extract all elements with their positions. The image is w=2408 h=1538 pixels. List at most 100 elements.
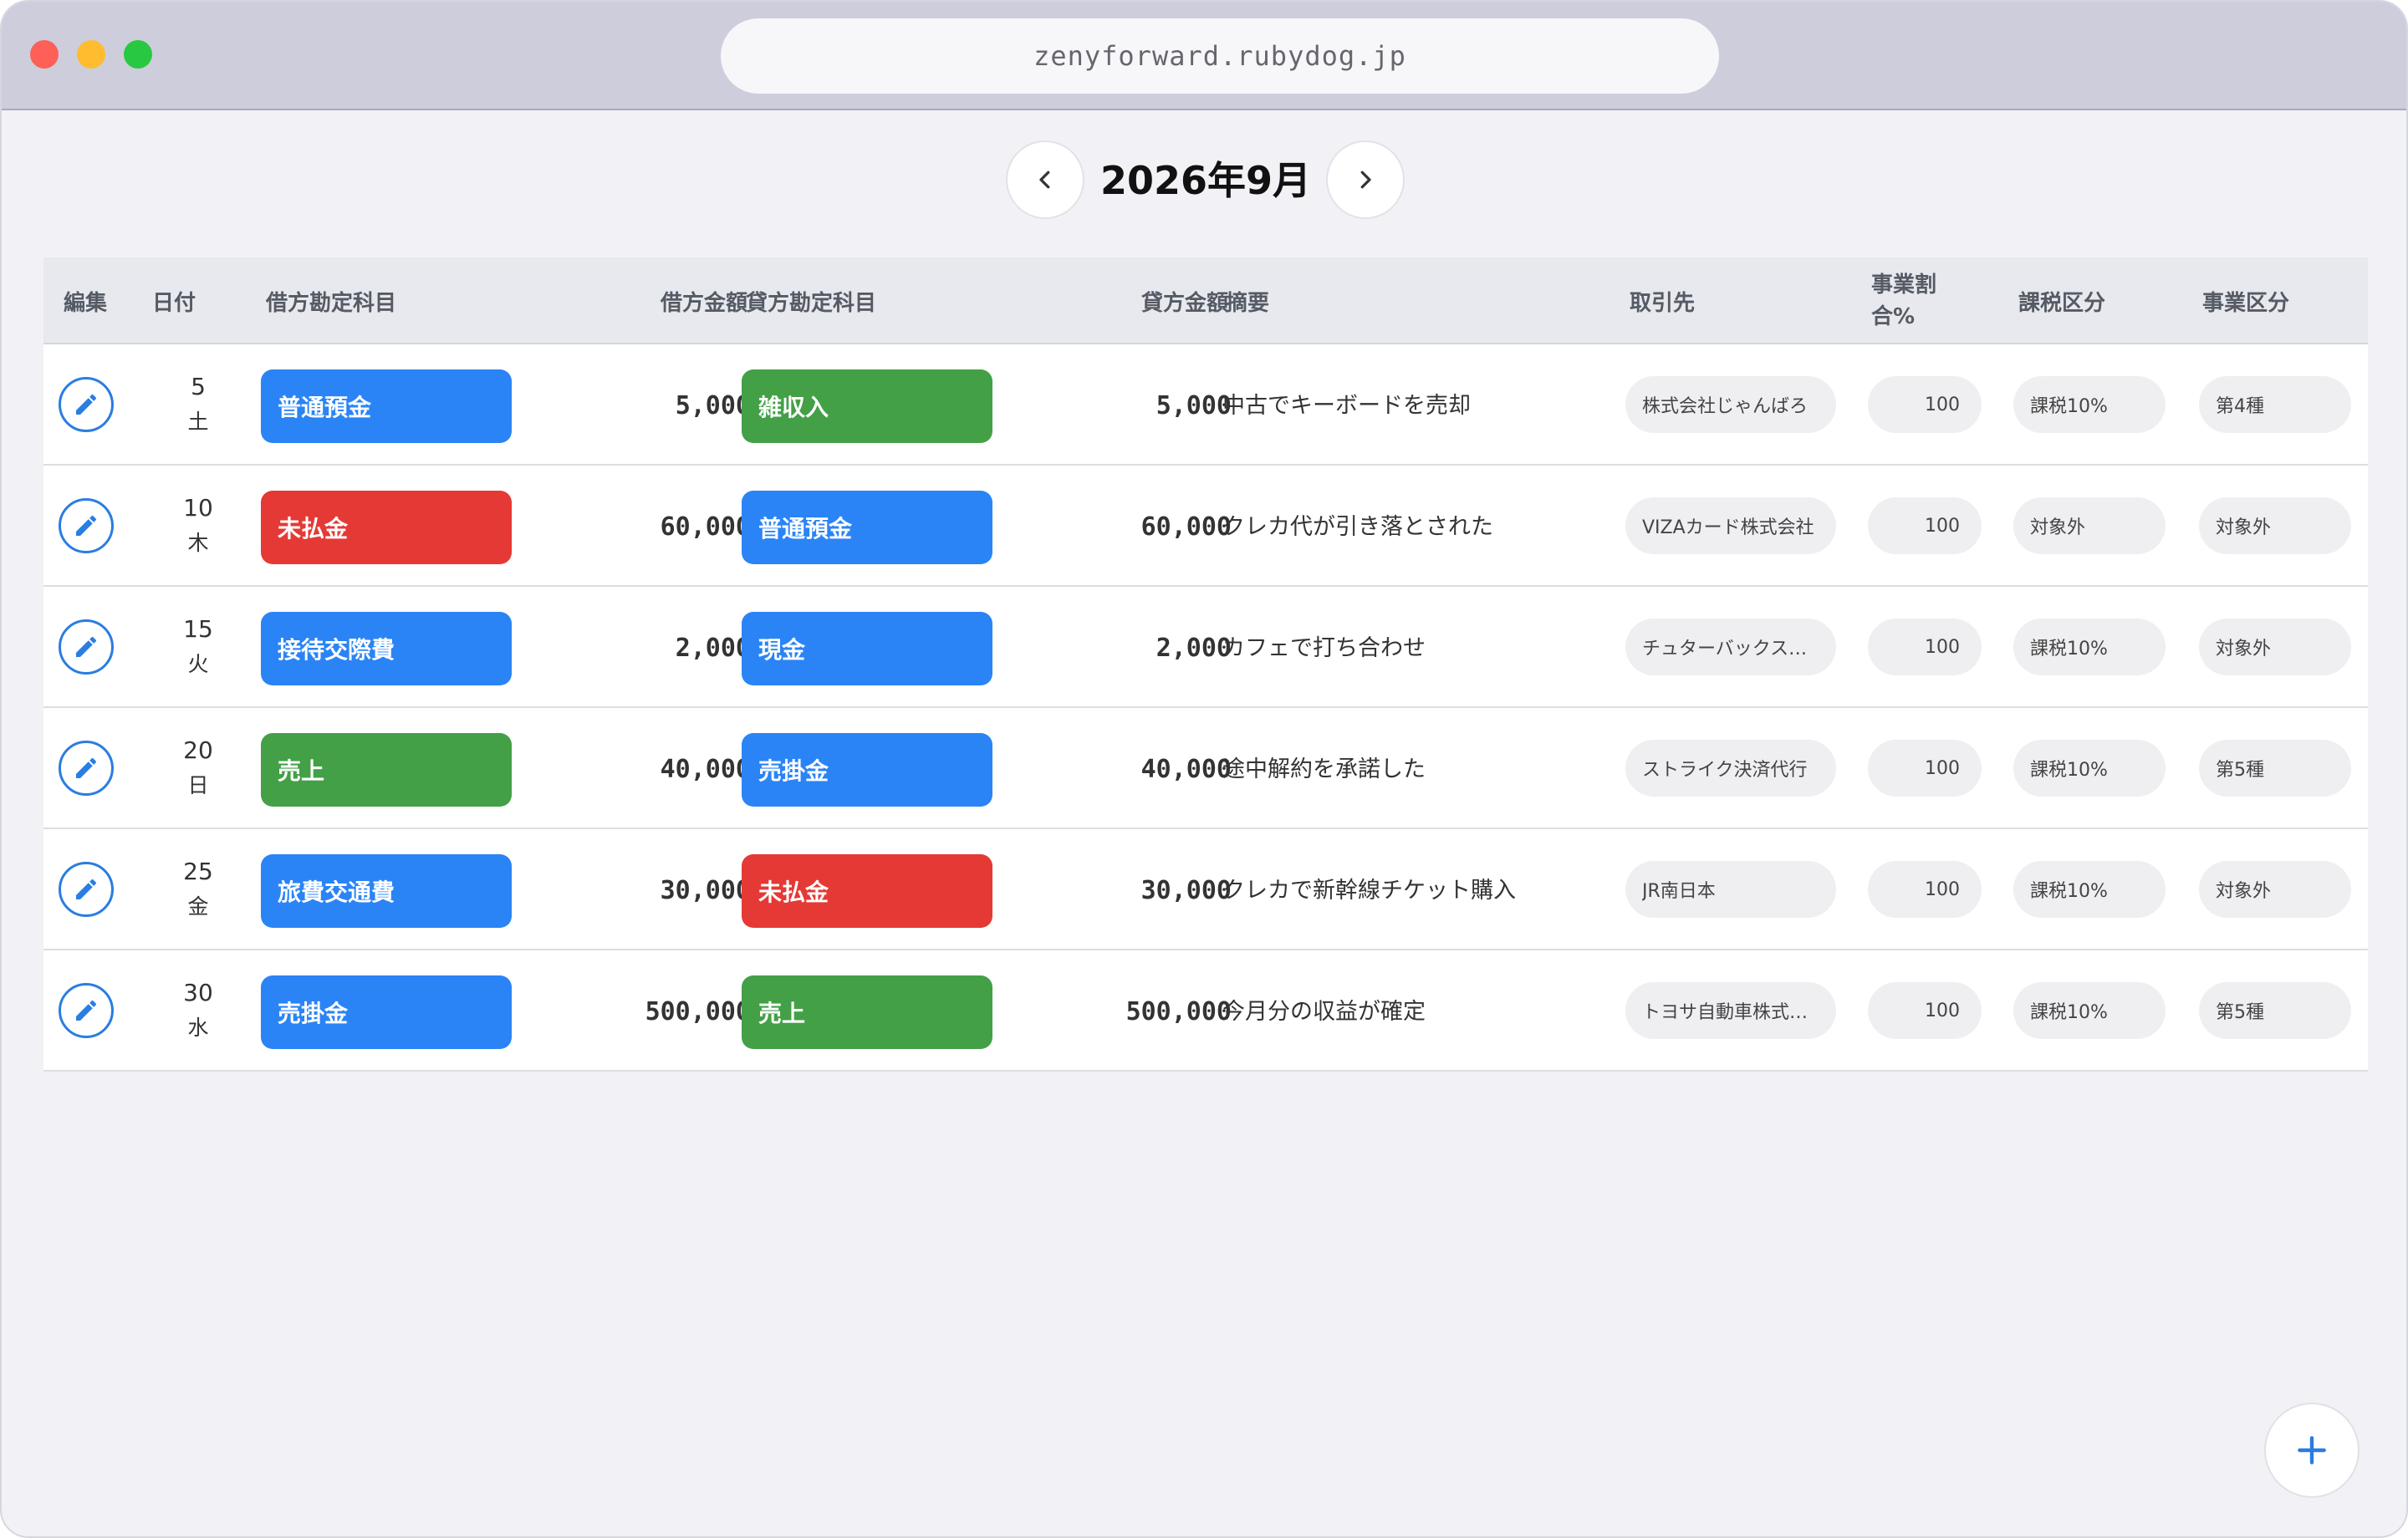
table-row: 15 火接待交際費 2,000 現金 2,000 カフェで打ち合わせ チュターバックス… 10… <box>43 587 2368 708</box>
table-row: 20 日売上 40,000 売掛金 40,000 途中解約を承諾した ストライク決済代行 10… <box>43 708 2368 829</box>
minimize-window-button[interactable] <box>77 40 105 69</box>
tax-class-field[interactable]: 対象外 <box>2013 497 2166 554</box>
debit-account-chip[interactable]: 接待交際費 <box>261 612 512 685</box>
partner-field[interactable]: JR南日本 <box>1625 861 1836 918</box>
entry-summary: カフェで打ち合わせ <box>1222 635 1426 661</box>
business-ratio-field[interactable]: 100 <box>1868 497 1982 554</box>
previous-month-button[interactable] <box>1006 140 1084 219</box>
credit-account-chip[interactable]: 売掛金 <box>742 733 992 807</box>
business-class-value: 対象外 <box>2216 517 2272 538</box>
month-navigation: 2026年9月 <box>2 140 2406 221</box>
partner-value: VIZAカード株式会社 <box>1642 517 1814 538</box>
credit-account-chip[interactable]: 普通預金 <box>742 491 992 564</box>
entry-date: 15 火 <box>161 612 236 682</box>
table-row: 10 木未払金 60,000 普通預金 60,000 クレカ代が引き落とされた VIZAカー… <box>43 466 2368 587</box>
entry-day: 5 <box>191 373 206 400</box>
entry-weekday: 土 <box>187 410 209 434</box>
pencil-icon <box>76 1000 97 1021</box>
debit-amount: 60,000 <box>660 512 751 542</box>
browser-window: zenyforward.rubydog.jp 2026年9月 編集 日付 借方勘… <box>0 0 2408 1538</box>
entry-day: 30 <box>183 979 213 1006</box>
business-class-field[interactable]: 対象外 <box>2199 497 2351 554</box>
debit-account-chip[interactable]: 未払金 <box>261 491 512 564</box>
business-ratio-value: 100 <box>1925 757 1960 779</box>
maximize-window-button[interactable] <box>124 40 152 69</box>
header-business-class: 事業区分 <box>2202 290 2290 316</box>
header-summary: 摘要 <box>1226 290 1270 316</box>
edit-button[interactable] <box>59 983 114 1038</box>
business-class-field[interactable]: 第4種 <box>2199 376 2351 433</box>
business-ratio-field[interactable]: 100 <box>1868 982 1982 1039</box>
close-window-button[interactable] <box>30 40 59 69</box>
header-business-ratio-line2: 合% <box>1871 304 1916 329</box>
partner-field[interactable]: チュターバックス… <box>1625 619 1836 675</box>
edit-button[interactable] <box>59 619 114 675</box>
entry-weekday: 金 <box>187 894 209 919</box>
credit-amount: 5,000 <box>1156 391 1232 420</box>
credit-account-chip[interactable]: 現金 <box>742 612 992 685</box>
add-entry-button[interactable] <box>2264 1403 2360 1498</box>
partner-field[interactable]: VIZAカード株式会社 <box>1625 497 1836 554</box>
entry-summary: クレカで新幹線チケット購入 <box>1222 878 1516 904</box>
credit-account-chip[interactable]: 売上 <box>742 975 992 1049</box>
next-month-button[interactable] <box>1326 140 1405 219</box>
chevron-right-icon <box>1360 171 1371 189</box>
business-ratio-field[interactable]: 100 <box>1868 619 1982 675</box>
tax-class-value: 対象外 <box>2030 517 2086 538</box>
credit-account-chip[interactable]: 雑収入 <box>742 369 992 443</box>
business-ratio-field[interactable]: 100 <box>1868 861 1982 918</box>
business-class-value: 対象外 <box>2216 639 2272 660</box>
entry-date: 20 日 <box>161 733 236 803</box>
pencil-icon <box>76 394 97 415</box>
tax-class-field[interactable]: 課税10% <box>2013 861 2166 918</box>
business-class-field[interactable]: 第5種 <box>2199 740 2351 797</box>
month-title: 2026年9月 <box>1099 158 1312 203</box>
tax-class-value: 課税10% <box>2030 760 2108 781</box>
entry-summary: 今月分の収益が確定 <box>1222 999 1426 1025</box>
business-class-field[interactable]: 対象外 <box>2199 861 2351 918</box>
debit-account-chip[interactable]: 売上 <box>261 733 512 807</box>
tax-class-field[interactable]: 課税10% <box>2013 619 2166 675</box>
edit-button[interactable] <box>59 862 114 917</box>
credit-amount: 2,000 <box>1156 634 1232 663</box>
pencil-icon <box>76 515 97 536</box>
debit-account-chip[interactable]: 売掛金 <box>261 975 512 1049</box>
entry-weekday: 火 <box>187 652 209 676</box>
partner-field[interactable]: ストライク決済代行 <box>1625 740 1836 797</box>
business-ratio-value: 100 <box>1925 636 1960 658</box>
edit-button[interactable] <box>59 377 114 432</box>
debit-amount: 5,000 <box>675 391 751 420</box>
header-credit-account: 貸方勘定科目 <box>746 290 877 316</box>
address-bar[interactable]: zenyforward.rubydog.jp <box>721 18 1719 94</box>
business-ratio-value: 100 <box>1925 878 1960 900</box>
browser-titlebar: zenyforward.rubydog.jp <box>2 2 2406 110</box>
debit-amount: 30,000 <box>660 876 751 905</box>
tax-class-value: 課税10% <box>2030 396 2108 417</box>
header-debit-amount: 借方金額 <box>660 290 747 316</box>
business-ratio-field[interactable]: 100 <box>1868 376 1982 433</box>
edit-button[interactable] <box>59 741 114 796</box>
address-bar-url: zenyforward.rubydog.jp <box>1033 40 1406 72</box>
chevron-left-icon <box>1039 171 1050 189</box>
table-row: 5 土普通預金 5,000 雑収入 5,000 中古でキーボードを売却 株式会社じゃんばろ 1… <box>43 344 2368 466</box>
header-edit: 編集 <box>64 290 108 316</box>
business-class-field[interactable]: 第5種 <box>2199 982 2351 1039</box>
entry-weekday: 日 <box>187 773 209 797</box>
edit-button[interactable] <box>59 498 114 553</box>
pencil-icon <box>76 757 97 778</box>
partner-field[interactable]: トヨサ自動車株式… <box>1625 982 1836 1039</box>
pencil-icon <box>76 878 97 899</box>
partner-field[interactable]: 株式会社じゃんばろ <box>1625 376 1836 433</box>
tax-class-value: 課税10% <box>2030 639 2108 660</box>
debit-account-chip[interactable]: 普通預金 <box>261 369 512 443</box>
business-ratio-field[interactable]: 100 <box>1868 740 1982 797</box>
business-ratio-value: 100 <box>1925 515 1960 537</box>
debit-account-chip[interactable]: 旅費交通費 <box>261 854 512 928</box>
tax-class-value: 課税10% <box>2030 881 2108 902</box>
partner-value: ストライク決済代行 <box>1642 760 1808 781</box>
tax-class-field[interactable]: 課税10% <box>2013 376 2166 433</box>
tax-class-field[interactable]: 課税10% <box>2013 740 2166 797</box>
credit-account-chip[interactable]: 未払金 <box>742 854 992 928</box>
business-class-field[interactable]: 対象外 <box>2199 619 2351 675</box>
tax-class-field[interactable]: 課税10% <box>2013 982 2166 1039</box>
